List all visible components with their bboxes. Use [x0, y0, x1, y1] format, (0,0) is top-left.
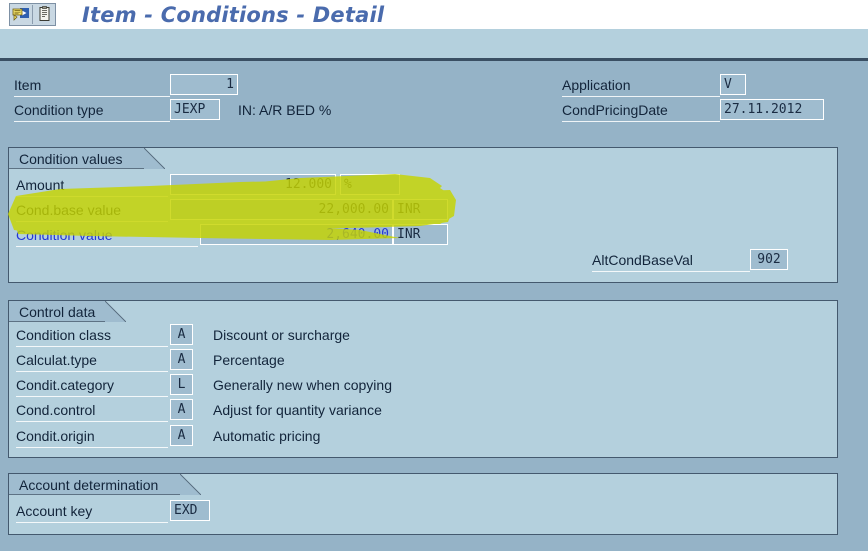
titlebar-icon-group — [9, 3, 56, 26]
calculat-type-label-underline — [16, 371, 168, 372]
condition-type-label-underline — [14, 121, 170, 122]
account-determination-group: Account determination — [8, 473, 838, 535]
group-header-slant — [105, 301, 126, 322]
calculat-type-description: Percentage — [213, 352, 285, 368]
alt-cond-base-val-field[interactable]: 902 — [750, 249, 788, 270]
amount-field[interactable]: 12.000 — [170, 174, 336, 195]
condition-class-label-underline — [16, 346, 168, 347]
group-header-underline — [9, 494, 180, 495]
group-header-underline — [9, 168, 144, 169]
title-underband — [0, 29, 868, 58]
condition-class-label: Condition class — [16, 327, 111, 343]
condition-type-field[interactable]: JEXP — [170, 99, 220, 120]
title-bar: Item - Conditions - Detail — [0, 0, 868, 29]
condit-category-field[interactable]: L — [170, 374, 193, 395]
alt-cond-base-val-label: AltCondBaseVal — [592, 252, 693, 268]
check-with-arrow-icon[interactable] — [10, 4, 32, 25]
cond-base-value-field[interactable]: 22,000.00 — [170, 199, 393, 220]
condit-category-label: Condit.category — [16, 377, 115, 393]
application-label-underline — [562, 96, 720, 97]
item-field[interactable]: 1 — [170, 74, 238, 95]
account-key-field[interactable]: EXD — [170, 500, 210, 521]
condition-value-field[interactable]: 2,640.00 — [200, 224, 393, 245]
condit-category-description: Generally new when copying — [213, 377, 392, 393]
cond-pricing-date-label: CondPricingDate — [562, 102, 668, 118]
account-key-label: Account key — [16, 503, 93, 519]
condit-origin-field[interactable]: A — [170, 425, 193, 446]
group-header-slant — [180, 474, 201, 495]
condit-origin-label: Condit.origin — [16, 428, 95, 444]
amount-label: Amount — [16, 177, 65, 193]
item-label-underline — [14, 96, 170, 97]
cond-control-label-underline — [16, 421, 168, 422]
group-header-underline — [9, 321, 105, 322]
application-field[interactable]: V — [720, 74, 746, 95]
amount-label-underline — [16, 196, 168, 197]
page-title: Item - Conditions - Detail — [82, 2, 385, 27]
calculat-type-label: Calculat.type — [16, 352, 97, 368]
condition-class-description: Discount or surcharge — [213, 327, 350, 343]
cond-control-description: Adjust for quantity variance — [213, 402, 382, 418]
group-header-slant — [144, 148, 165, 169]
document-icon[interactable] — [33, 4, 55, 25]
cond-pricing-date-field[interactable]: 27.11.2012 — [720, 99, 824, 120]
control-data-group-title: Control data — [9, 301, 105, 322]
cond-control-field[interactable]: A — [170, 399, 193, 420]
condition-type-description: IN: A/R BED % — [238, 102, 332, 118]
item-label: Item — [14, 77, 42, 93]
cond-pricing-date-label-underline — [562, 121, 720, 122]
amount-unit-field[interactable]: % — [340, 174, 400, 195]
account-determination-group-title: Account determination — [9, 474, 180, 495]
control-data-group: Control data — [8, 300, 838, 458]
condit-origin-description: Automatic pricing — [213, 428, 321, 444]
condition-value-label-underline — [16, 246, 198, 247]
cond-base-value-label: Cond.base value — [16, 202, 122, 218]
alt-cond-base-val-label-underline — [592, 271, 750, 272]
condition-value-unit-field[interactable]: INR — [393, 224, 448, 245]
account-key-label-underline — [16, 522, 168, 523]
condition-values-group-title: Condition values — [9, 148, 144, 169]
calculat-type-field[interactable]: A — [170, 349, 193, 370]
application-label: Application — [562, 77, 631, 93]
condit-category-label-underline — [16, 396, 168, 397]
cond-base-value-unit-field[interactable]: INR — [393, 199, 448, 220]
cond-base-value-label-underline — [16, 221, 168, 222]
condition-value-label[interactable]: Condition value — [16, 225, 113, 245]
cond-control-label: Cond.control — [16, 402, 96, 418]
condition-class-field[interactable]: A — [170, 324, 193, 345]
condit-origin-label-underline — [16, 447, 168, 448]
condition-type-label: Condition type — [14, 102, 104, 118]
header-separator — [0, 58, 868, 61]
